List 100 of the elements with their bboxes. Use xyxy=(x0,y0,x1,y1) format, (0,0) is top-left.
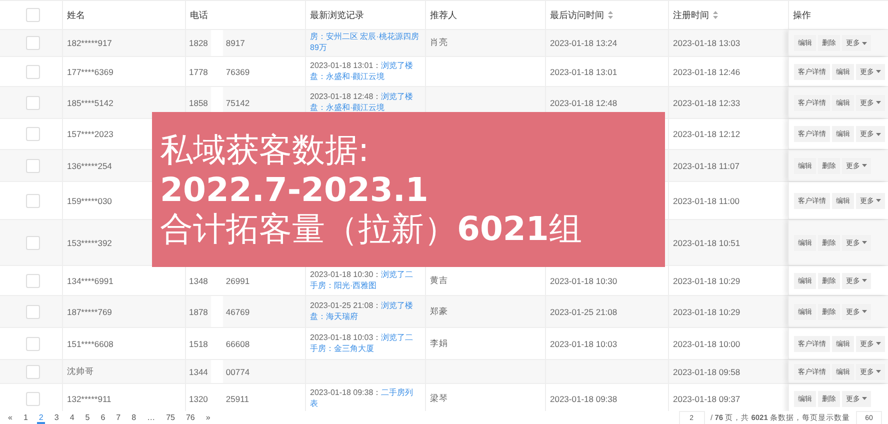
table-cell: 2023-01-18 10:30 xyxy=(550,276,618,286)
page-link[interactable]: 76 xyxy=(184,412,197,424)
checkbox[interactable] xyxy=(26,127,40,141)
table-cell: 1878 xyxy=(189,306,208,316)
sort-icon[interactable] xyxy=(713,11,718,19)
caret-icon xyxy=(876,342,881,345)
checkbox[interactable] xyxy=(26,8,40,22)
checkbox[interactable] xyxy=(26,64,40,78)
checkbox[interactable] xyxy=(26,336,40,350)
page-link[interactable]: … xyxy=(145,412,158,424)
checkbox[interactable] xyxy=(26,392,40,406)
page-link[interactable]: 8 xyxy=(130,412,138,424)
page-link[interactable]: 3 xyxy=(52,412,61,424)
table-cell: 2023-01-18 10:29 xyxy=(673,276,740,286)
next-page-link[interactable]: » xyxy=(204,412,212,424)
caret-icon xyxy=(862,397,867,400)
table-cell: 153*****392 xyxy=(67,238,112,248)
table-cell: 沈帅哥 xyxy=(67,366,94,378)
table-cell: 182*****917 xyxy=(67,38,112,48)
table-cell: 46769 xyxy=(226,306,250,316)
browse-record: 2023-01-18 12:48：浏览了楼盘：永盛和·颧江云境 xyxy=(310,92,414,114)
page-link[interactable]: 7 xyxy=(114,412,123,424)
table-cell: 1778 xyxy=(189,66,208,76)
caret-icon xyxy=(862,164,867,167)
checkbox[interactable] xyxy=(26,36,40,50)
table-cell: 2023-01-18 09:58 xyxy=(673,366,740,376)
browse-record: 房：安州二区 宏辰·桃花源四房89万 xyxy=(310,32,420,54)
table-cell: 李娟 xyxy=(430,338,448,350)
table-cell: 136*****254 xyxy=(67,160,112,170)
column-header: 推荐人 xyxy=(430,8,457,22)
table-cell: 2023-01-18 13:24 xyxy=(550,38,618,48)
checkbox[interactable] xyxy=(26,158,40,172)
table-cell: 1858 xyxy=(189,98,208,108)
table-cell: 2023-01-18 09:38 xyxy=(550,394,618,404)
prev-page-link[interactable]: « xyxy=(6,412,14,424)
table-cell: 2023-01-18 12:12 xyxy=(673,129,740,139)
table-cell: 2023-01-18 12:33 xyxy=(673,98,740,108)
column-header: 最后访问时间 xyxy=(550,8,604,22)
caret-icon xyxy=(876,101,881,104)
banner-text: 合计拓客量（拉新）6021组 xyxy=(160,210,583,248)
caret-icon xyxy=(876,370,881,373)
table-cell: 2023-01-18 11:00 xyxy=(673,196,740,206)
table-cell: 2023-01-18 10:00 xyxy=(673,338,740,348)
table-cell: 2023-01-18 10:03 xyxy=(550,338,618,348)
table-cell: 黄吉 xyxy=(430,274,448,286)
table-cell: 8917 xyxy=(226,38,245,48)
table-cell: 159*****030 xyxy=(67,196,112,206)
table-cell: 肖亮 xyxy=(430,37,448,49)
table-cell: 2023-01-18 12:48 xyxy=(550,98,618,108)
caret-icon xyxy=(862,279,867,282)
table-cell: 132*****911 xyxy=(67,394,112,404)
table-cell: 157****2023 xyxy=(67,129,114,139)
checkbox[interactable] xyxy=(26,96,40,110)
table-cell: 1344 xyxy=(189,366,208,376)
checkbox[interactable] xyxy=(26,304,40,318)
table-cell: 郑豪 xyxy=(430,306,448,318)
page-link[interactable]: 6 xyxy=(98,412,108,424)
page-link[interactable]: 75 xyxy=(164,412,177,424)
table-cell: 151****6608 xyxy=(67,338,114,348)
column-header: 姓名 xyxy=(67,8,85,22)
table-cell: 134****6991 xyxy=(67,276,114,286)
table-cell: 75142 xyxy=(226,98,250,108)
caret-icon xyxy=(862,310,867,313)
table-cell: 25911 xyxy=(226,394,249,404)
table-cell: 2023-01-18 11:07 xyxy=(673,160,740,170)
checkbox[interactable] xyxy=(26,236,40,250)
table-cell: 2023-01-18 10:29 xyxy=(673,306,740,316)
table-cell: 177****6369 xyxy=(67,66,114,76)
table-cell: 66608 xyxy=(226,338,250,348)
table-cell: 76369 xyxy=(226,66,250,76)
table-cell: 187*****769 xyxy=(67,306,112,316)
banner-text: 2022.7-2023.1 xyxy=(160,170,430,208)
caret-icon xyxy=(876,132,881,136)
browse-record: 2023-01-25 21:08：浏览了楼盘：海天瑞府 xyxy=(310,300,414,322)
caret-icon xyxy=(876,199,881,202)
table-cell: 185****5142 xyxy=(67,98,114,108)
table-cell: 2023-01-18 13:03 xyxy=(673,38,740,48)
browse-record: 2023-01-18 13:01：浏览了楼盘：永盛和·颧江云境 xyxy=(310,60,414,82)
page-link[interactable]: 5 xyxy=(83,412,92,424)
column-header: 电话 xyxy=(190,8,208,22)
checkbox[interactable] xyxy=(26,274,40,288)
banner-text: 私域获客数据: xyxy=(160,130,370,169)
table-cell: 00774 xyxy=(226,366,250,376)
browse-record: 2023-01-18 10:03：浏览了二手房：金三角大厦 xyxy=(310,332,414,354)
page-link[interactable]: 4 xyxy=(68,412,76,424)
table-cell: 1828 xyxy=(189,38,208,48)
caret-icon xyxy=(862,42,867,44)
caret-icon xyxy=(876,70,881,73)
table-cell: 2023-01-18 10:51 xyxy=(673,238,740,248)
page-link[interactable]: 1 xyxy=(21,412,30,424)
table-cell: 梁琴 xyxy=(430,392,448,404)
table-cell: 2023-01-25 21:08 xyxy=(550,306,618,316)
table-cell: 26991 xyxy=(226,276,250,286)
table-cell: 1348 xyxy=(189,276,208,286)
caret-icon xyxy=(862,241,867,244)
checkbox[interactable] xyxy=(26,364,40,378)
sort-icon[interactable] xyxy=(608,11,613,19)
column-header: 最新浏览记录 xyxy=(310,8,364,22)
checkbox[interactable] xyxy=(26,194,40,208)
table-cell: 1518 xyxy=(189,338,208,348)
